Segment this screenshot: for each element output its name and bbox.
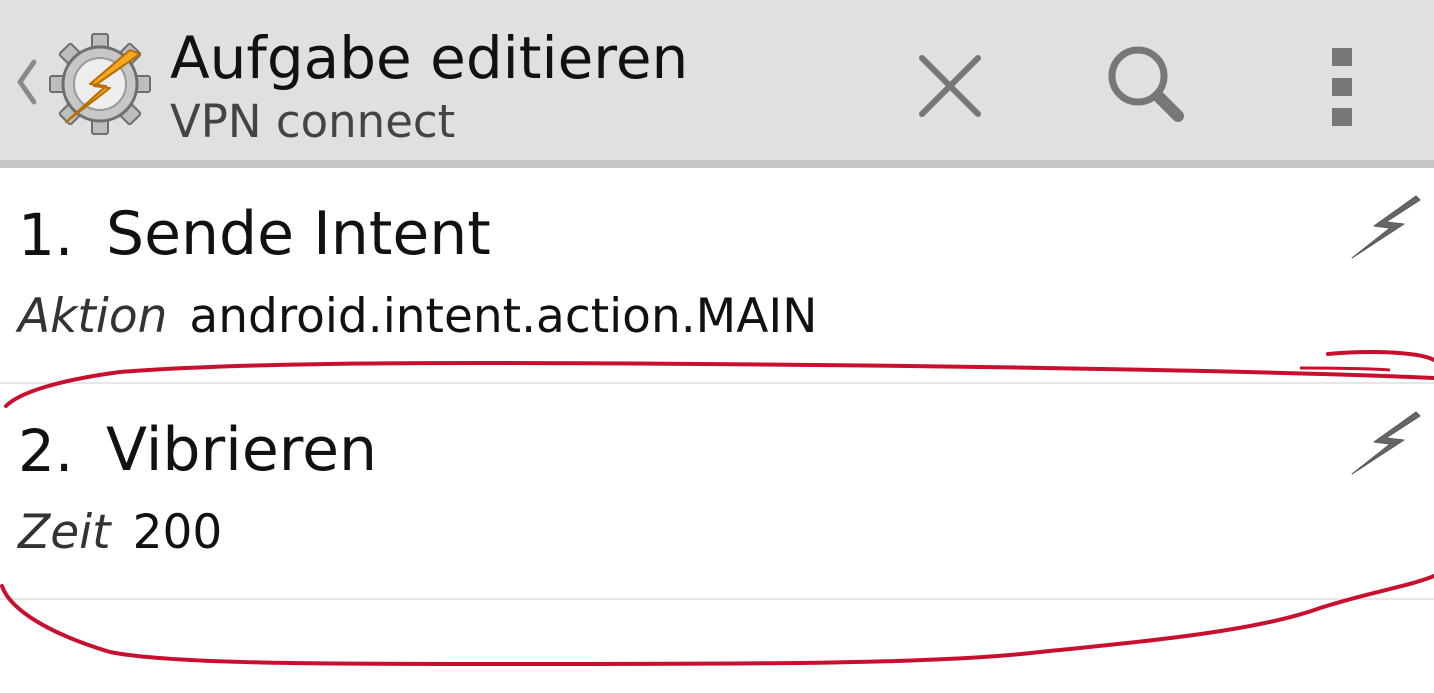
lightning-bolt-icon[interactable]	[1346, 192, 1426, 262]
action-parameter: Zeit 200	[18, 502, 222, 564]
action-name: Sende Intent	[106, 199, 491, 269]
action-bar: Aufgabe editieren VPN connect	[0, 0, 1434, 160]
lightning-bolt-icon[interactable]	[1346, 408, 1426, 478]
chevron-left-icon[interactable]	[12, 54, 42, 110]
list-divider	[0, 598, 1434, 600]
search-button[interactable]	[1090, 30, 1200, 140]
action-item-send-intent[interactable]: 1. Sende Intent Aktion android.intent.act…	[0, 168, 1434, 382]
action-bar-divider	[0, 160, 1434, 168]
close-icon	[919, 55, 981, 117]
parameter-label: Zeit	[18, 505, 111, 560]
close-button[interactable]	[894, 30, 1004, 140]
action-name: Vibrieren	[106, 415, 378, 485]
action-item-vibrate[interactable]: 2. Vibrieren Zeit 200	[0, 384, 1434, 598]
action-parameter: Aktion android.intent.action.MAIN	[18, 286, 817, 348]
parameter-value: android.intent.action.MAIN	[189, 289, 818, 344]
action-number: 2.	[18, 417, 74, 485]
page-subtitle: VPN connect	[170, 95, 456, 148]
parameter-label: Aktion	[18, 289, 168, 344]
tasker-logo-icon[interactable]	[46, 30, 154, 138]
search-icon	[1108, 46, 1184, 122]
more-vert-icon	[1332, 48, 1352, 126]
action-number: 1.	[18, 201, 74, 269]
overflow-menu-button[interactable]	[1288, 30, 1398, 140]
page-title: Aufgabe editieren	[170, 24, 689, 92]
parameter-value: 200	[132, 505, 223, 560]
